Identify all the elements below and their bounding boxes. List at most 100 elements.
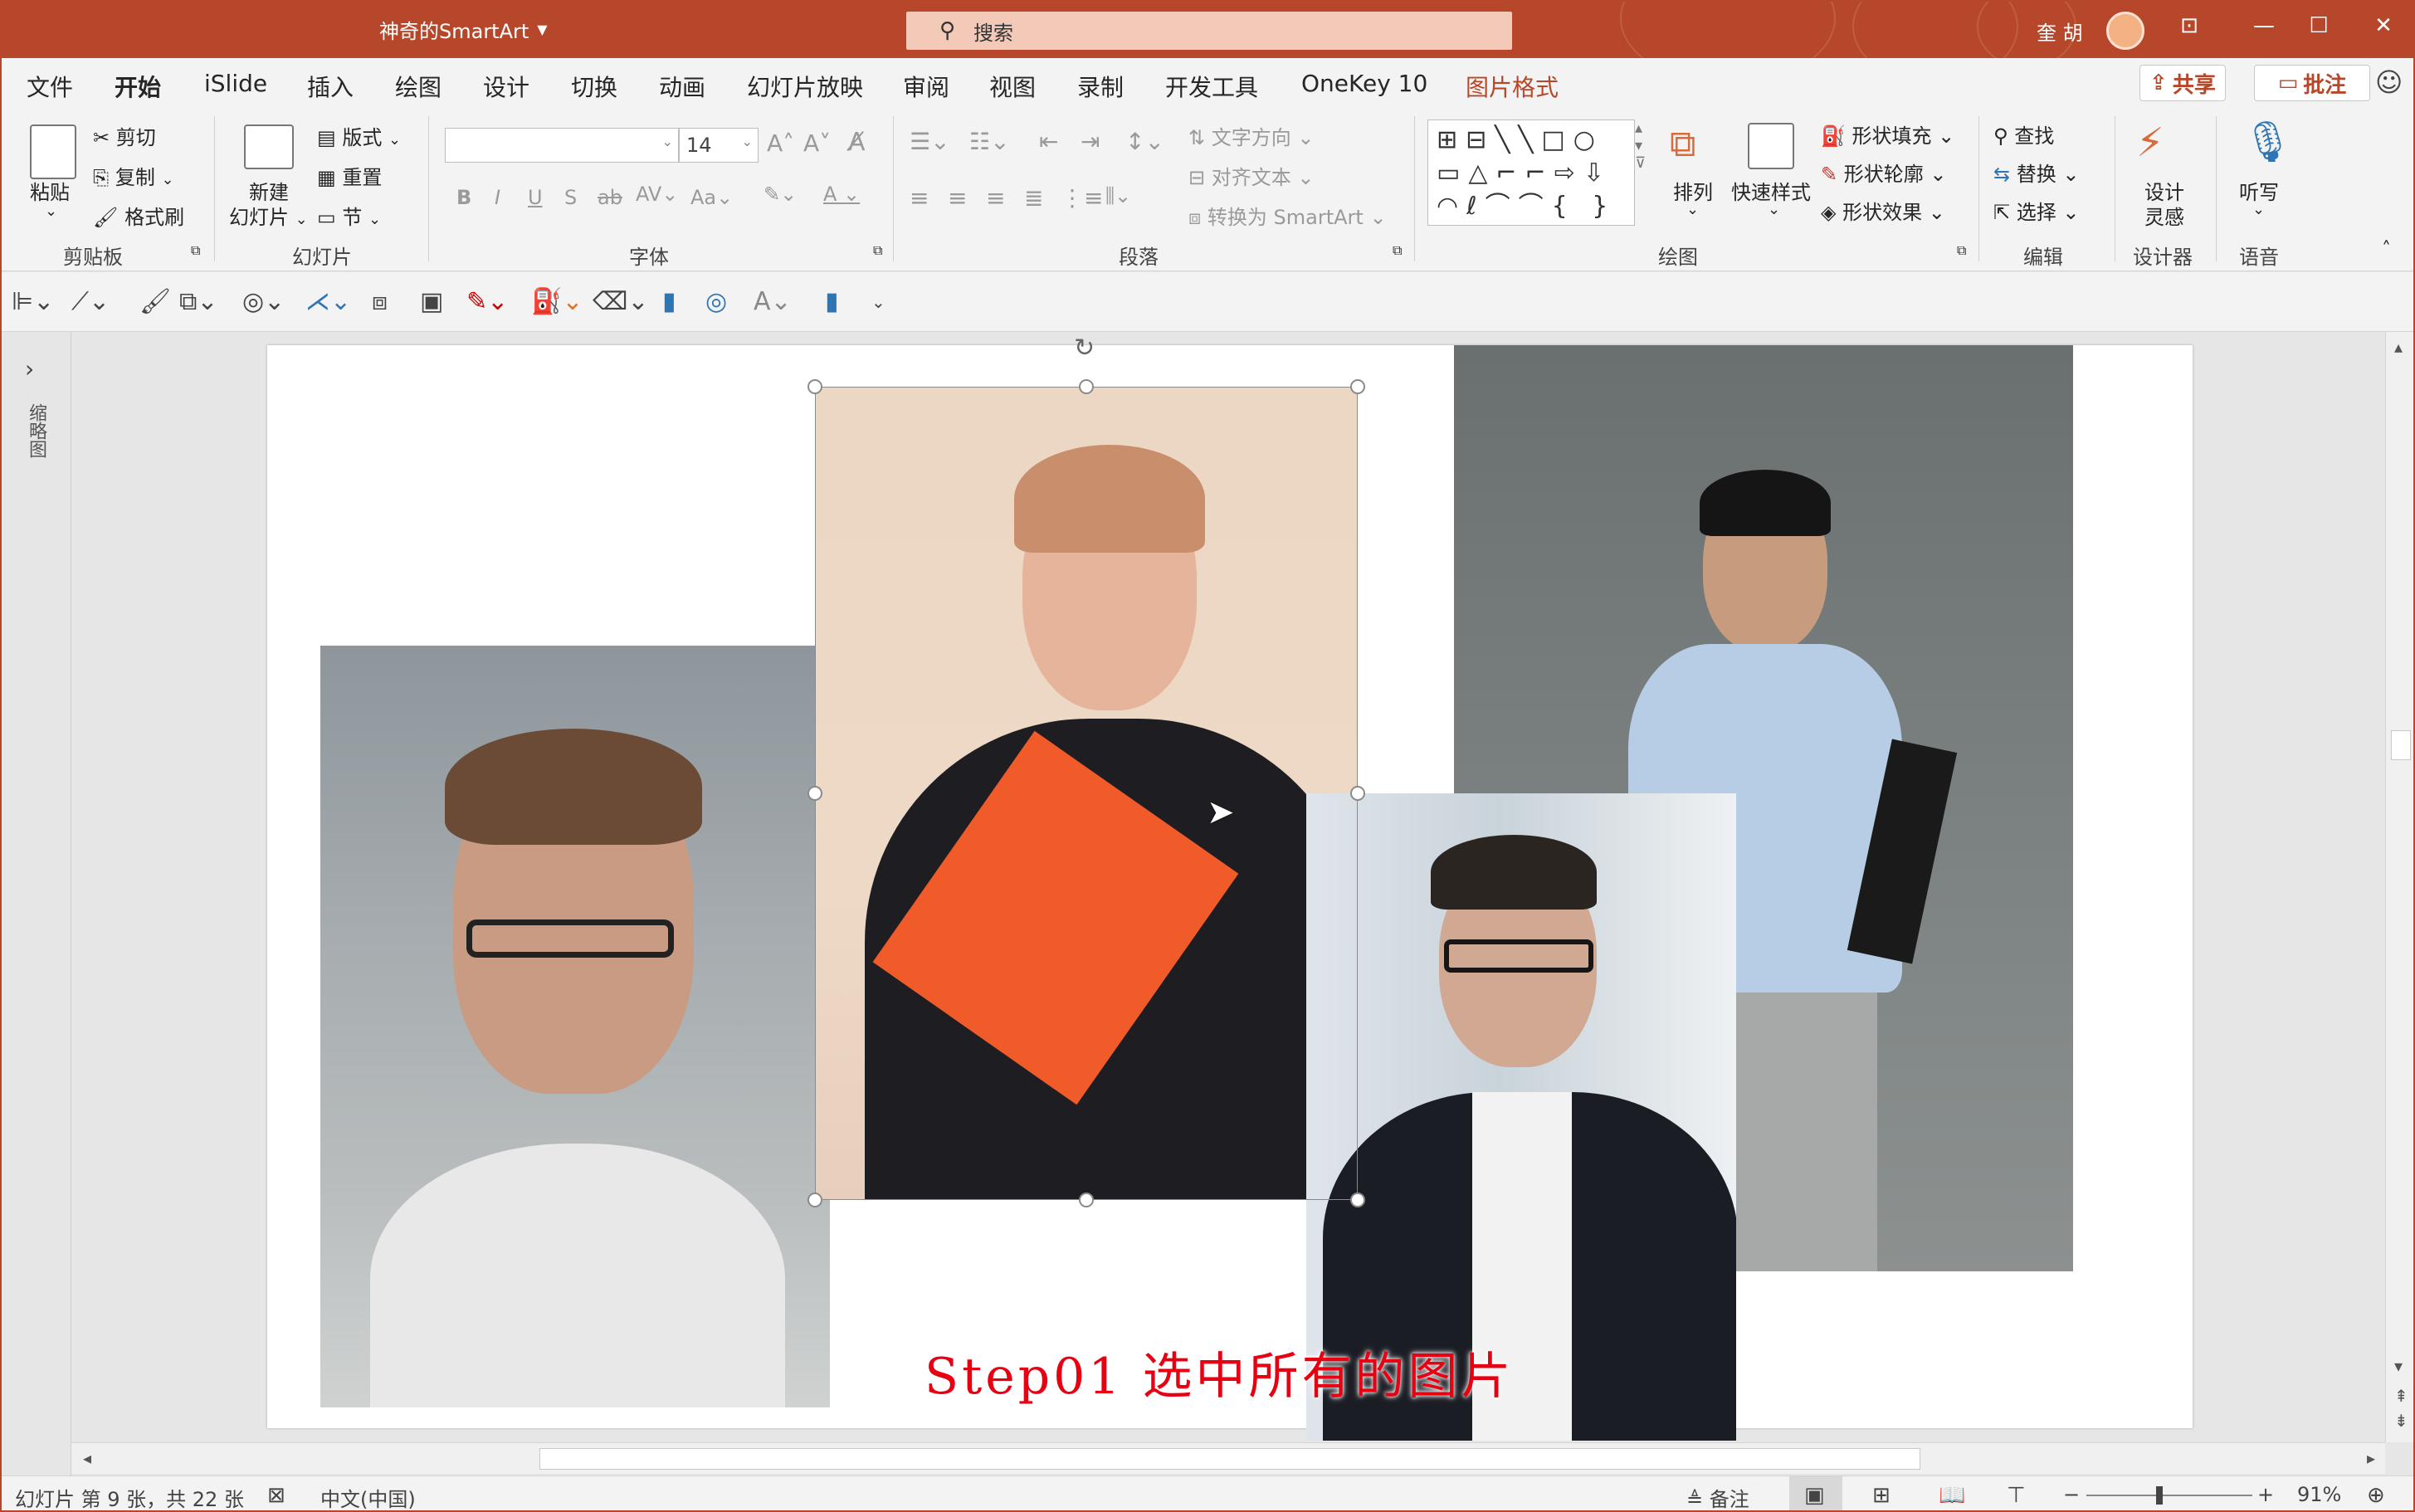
line-spacing-icon[interactable]: ↕⌄	[1125, 128, 1164, 155]
tab-review[interactable]: 审阅	[903, 70, 949, 103]
resize-handle-nw[interactable]	[807, 379, 822, 394]
shape-qat-icon[interactable]: ⧉⌄	[179, 287, 218, 316]
gallery-scroll-icon[interactable]: ▴ ▾ ⊽	[1635, 119, 1646, 172]
tab-file[interactable]: 文件	[27, 70, 73, 103]
design-ideas-line2[interactable]: 灵感	[2144, 201, 2184, 230]
convert-smartart-button[interactable]: ⧈ 转换为 SmartArt ⌄	[1188, 201, 1387, 230]
decrease-indent-icon[interactable]: ⇤	[1039, 128, 1058, 155]
align-objects-icon[interactable]: ⊫⌄	[12, 287, 54, 316]
dictate-chevron-icon[interactable]: ⌄	[2252, 201, 2265, 218]
strikethrough-icon[interactable]: ab	[598, 186, 622, 209]
line-weight-icon[interactable]: ▮	[662, 287, 676, 316]
resize-handle-s[interactable]	[1079, 1193, 1094, 1207]
normal-view-icon[interactable]: ▣	[1804, 1483, 1825, 1508]
drawing-launcher-icon[interactable]: ⧉	[1957, 242, 1966, 259]
bar-icon[interactable]: ▮	[825, 287, 839, 316]
font-launcher-icon[interactable]: ⧉	[873, 242, 882, 259]
tab-onekey[interactable]: OneKey 10	[1301, 70, 1427, 97]
replace-button[interactable]: ⇆ 替换 ⌄	[1993, 158, 2080, 187]
clipboard-launcher-icon[interactable]: ⧉	[191, 242, 200, 259]
distributed-icon[interactable]: ⋮≡	[1061, 184, 1103, 212]
align-left-icon[interactable]: ≡	[910, 184, 929, 212]
microphone-icon[interactable]: 🎙	[2242, 118, 2293, 165]
tab-slideshow[interactable]: 幻灯片放映	[747, 70, 863, 103]
user-name[interactable]: 奎 胡	[2037, 17, 2083, 46]
expand-pane-icon[interactable]: ›	[25, 355, 34, 383]
align-right-icon[interactable]: ≡	[986, 184, 1005, 212]
tab-picture-format[interactable]: 图片格式	[1466, 70, 1559, 103]
layout-button[interactable]: ▤ 版式 ⌄	[317, 121, 401, 150]
shape-outline-button[interactable]: ✎ 形状轮廓 ⌄	[1821, 158, 1947, 187]
shadow-icon[interactable]: S	[564, 186, 577, 209]
language-indicator[interactable]: 中文(中国)	[320, 1483, 416, 1510]
maximize-icon[interactable]: ☐	[2302, 13, 2335, 38]
horizontal-scroll-thumb[interactable]	[539, 1448, 1920, 1470]
increase-indent-icon[interactable]: ⇥	[1081, 128, 1100, 155]
numbering-icon[interactable]: ☷⌄	[969, 128, 1010, 155]
shape-fill-button[interactable]: ⛽ 形状填充 ⌄	[1821, 119, 1954, 149]
resize-handle-e[interactable]	[1350, 786, 1365, 801]
feedback-smiley-icon[interactable]: ☺	[2375, 66, 2403, 98]
customize-qat-icon[interactable]: ⌄	[871, 292, 886, 312]
new-slide-icon[interactable]	[244, 124, 294, 169]
highlight-icon[interactable]: ✎⌄	[764, 183, 797, 206]
tab-islide[interactable]: iSlide	[204, 70, 267, 97]
decrease-font-icon[interactable]: A˅	[803, 129, 831, 157]
resize-handle-ne[interactable]	[1350, 379, 1365, 394]
tab-insert[interactable]: 插入	[307, 70, 354, 103]
slide-sorter-icon[interactable]: ⊞	[1872, 1483, 1891, 1508]
collapse-ribbon-icon[interactable]: ˄	[2382, 239, 2391, 260]
clear-format-icon[interactable]: A̸	[848, 128, 866, 157]
zoom-slider-track[interactable]	[2086, 1495, 2252, 1496]
comment-button[interactable]: ▭ 批注	[2254, 65, 2370, 101]
paste-button[interactable]: 粘贴	[30, 176, 70, 205]
reading-view-icon[interactable]: 📖	[1939, 1483, 1965, 1508]
outline-color-icon[interactable]: ✎⌄	[466, 287, 508, 316]
scroll-up-icon[interactable]: ▴	[2394, 337, 2403, 357]
slide-canvas[interactable]: ↻ ➤	[267, 334, 2193, 1441]
resize-handle-w[interactable]	[807, 786, 822, 801]
increase-font-icon[interactable]: A˄	[767, 129, 794, 157]
italic-icon[interactable]: I	[495, 186, 500, 209]
underline-icon[interactable]: U	[528, 186, 543, 209]
font-size-combo[interactable]: 14 ⌄	[679, 128, 759, 163]
fit-to-window-icon[interactable]: ⊕	[2367, 1483, 2385, 1508]
new-slide-line2[interactable]: 幻灯片 ⌄	[229, 201, 308, 230]
fill-color-icon[interactable]: ⛽⌄	[531, 287, 583, 316]
close-icon[interactable]: ✕	[2367, 13, 2400, 38]
bullets-icon[interactable]: ☰⌄	[910, 128, 950, 155]
share-button[interactable]: ⇪ 共享	[2139, 65, 2226, 101]
minimize-icon[interactable]: —	[2247, 13, 2281, 38]
arrange-chevron-icon[interactable]: ⌄	[1686, 201, 1699, 218]
arrange-icon[interactable]: ⧉	[1670, 123, 1695, 165]
scroll-left-icon[interactable]: ◂	[83, 1448, 91, 1468]
cut-button[interactable]: ✂ 剪切	[93, 121, 156, 150]
format-painter-button[interactable]: 🖌 格式刷	[93, 201, 184, 230]
slideshow-icon[interactable]: ⊤	[2007, 1483, 2026, 1508]
tab-home[interactable]: 开始	[115, 70, 162, 113]
zoom-slider-thumb[interactable]	[2156, 1486, 2163, 1505]
tab-view[interactable]: 视图	[989, 70, 1036, 103]
crop-icon[interactable]: ⧈	[372, 287, 388, 316]
search-box[interactable]: ⚲ 搜索	[906, 12, 1512, 50]
tab-draw[interactable]: 绘图	[395, 70, 442, 103]
tab-animations[interactable]: 动画	[659, 70, 705, 103]
resize-handle-se[interactable]	[1350, 1193, 1365, 1207]
char-spacing-icon[interactable]: AV⌄	[636, 183, 678, 206]
align-text-button[interactable]: ⊟ 对齐文本 ⌄	[1188, 161, 1315, 190]
vertical-scrollbar[interactable]: ▴ ▾ ⇞ ⇟	[2385, 332, 2413, 1442]
copy-button[interactable]: ⎘ 复制 ⌄	[93, 161, 174, 190]
shapes-gallery[interactable]: ⊞⊟╲╲□○ ▭△⌐⌐⇨⇩ ◠ℓ⌒⌒{ }	[1427, 119, 1635, 226]
align-center-icon[interactable]: ≡	[948, 184, 967, 212]
document-title[interactable]: 神奇的SmartArt ▼	[379, 15, 548, 44]
horizontal-scrollbar[interactable]: ◂ ▸	[71, 1442, 2385, 1474]
zoom-out-icon[interactable]: −	[2063, 1483, 2080, 1506]
select-button[interactable]: ⇱ 选择 ⌄	[1993, 196, 2080, 225]
bold-icon[interactable]: B	[456, 186, 471, 209]
tab-design[interactable]: 设计	[483, 70, 529, 103]
change-case-icon[interactable]: Aa⌄	[690, 186, 733, 209]
notes-button[interactable]: ≜ 备注	[1686, 1483, 1749, 1510]
previous-slide-icon[interactable]: ⇞	[2394, 1386, 2408, 1406]
slide-counter[interactable]: 幻灯片 第 9 张，共 22 张	[15, 1483, 244, 1510]
text-direction-button[interactable]: ⇅ 文字方向 ⌄	[1188, 121, 1315, 150]
